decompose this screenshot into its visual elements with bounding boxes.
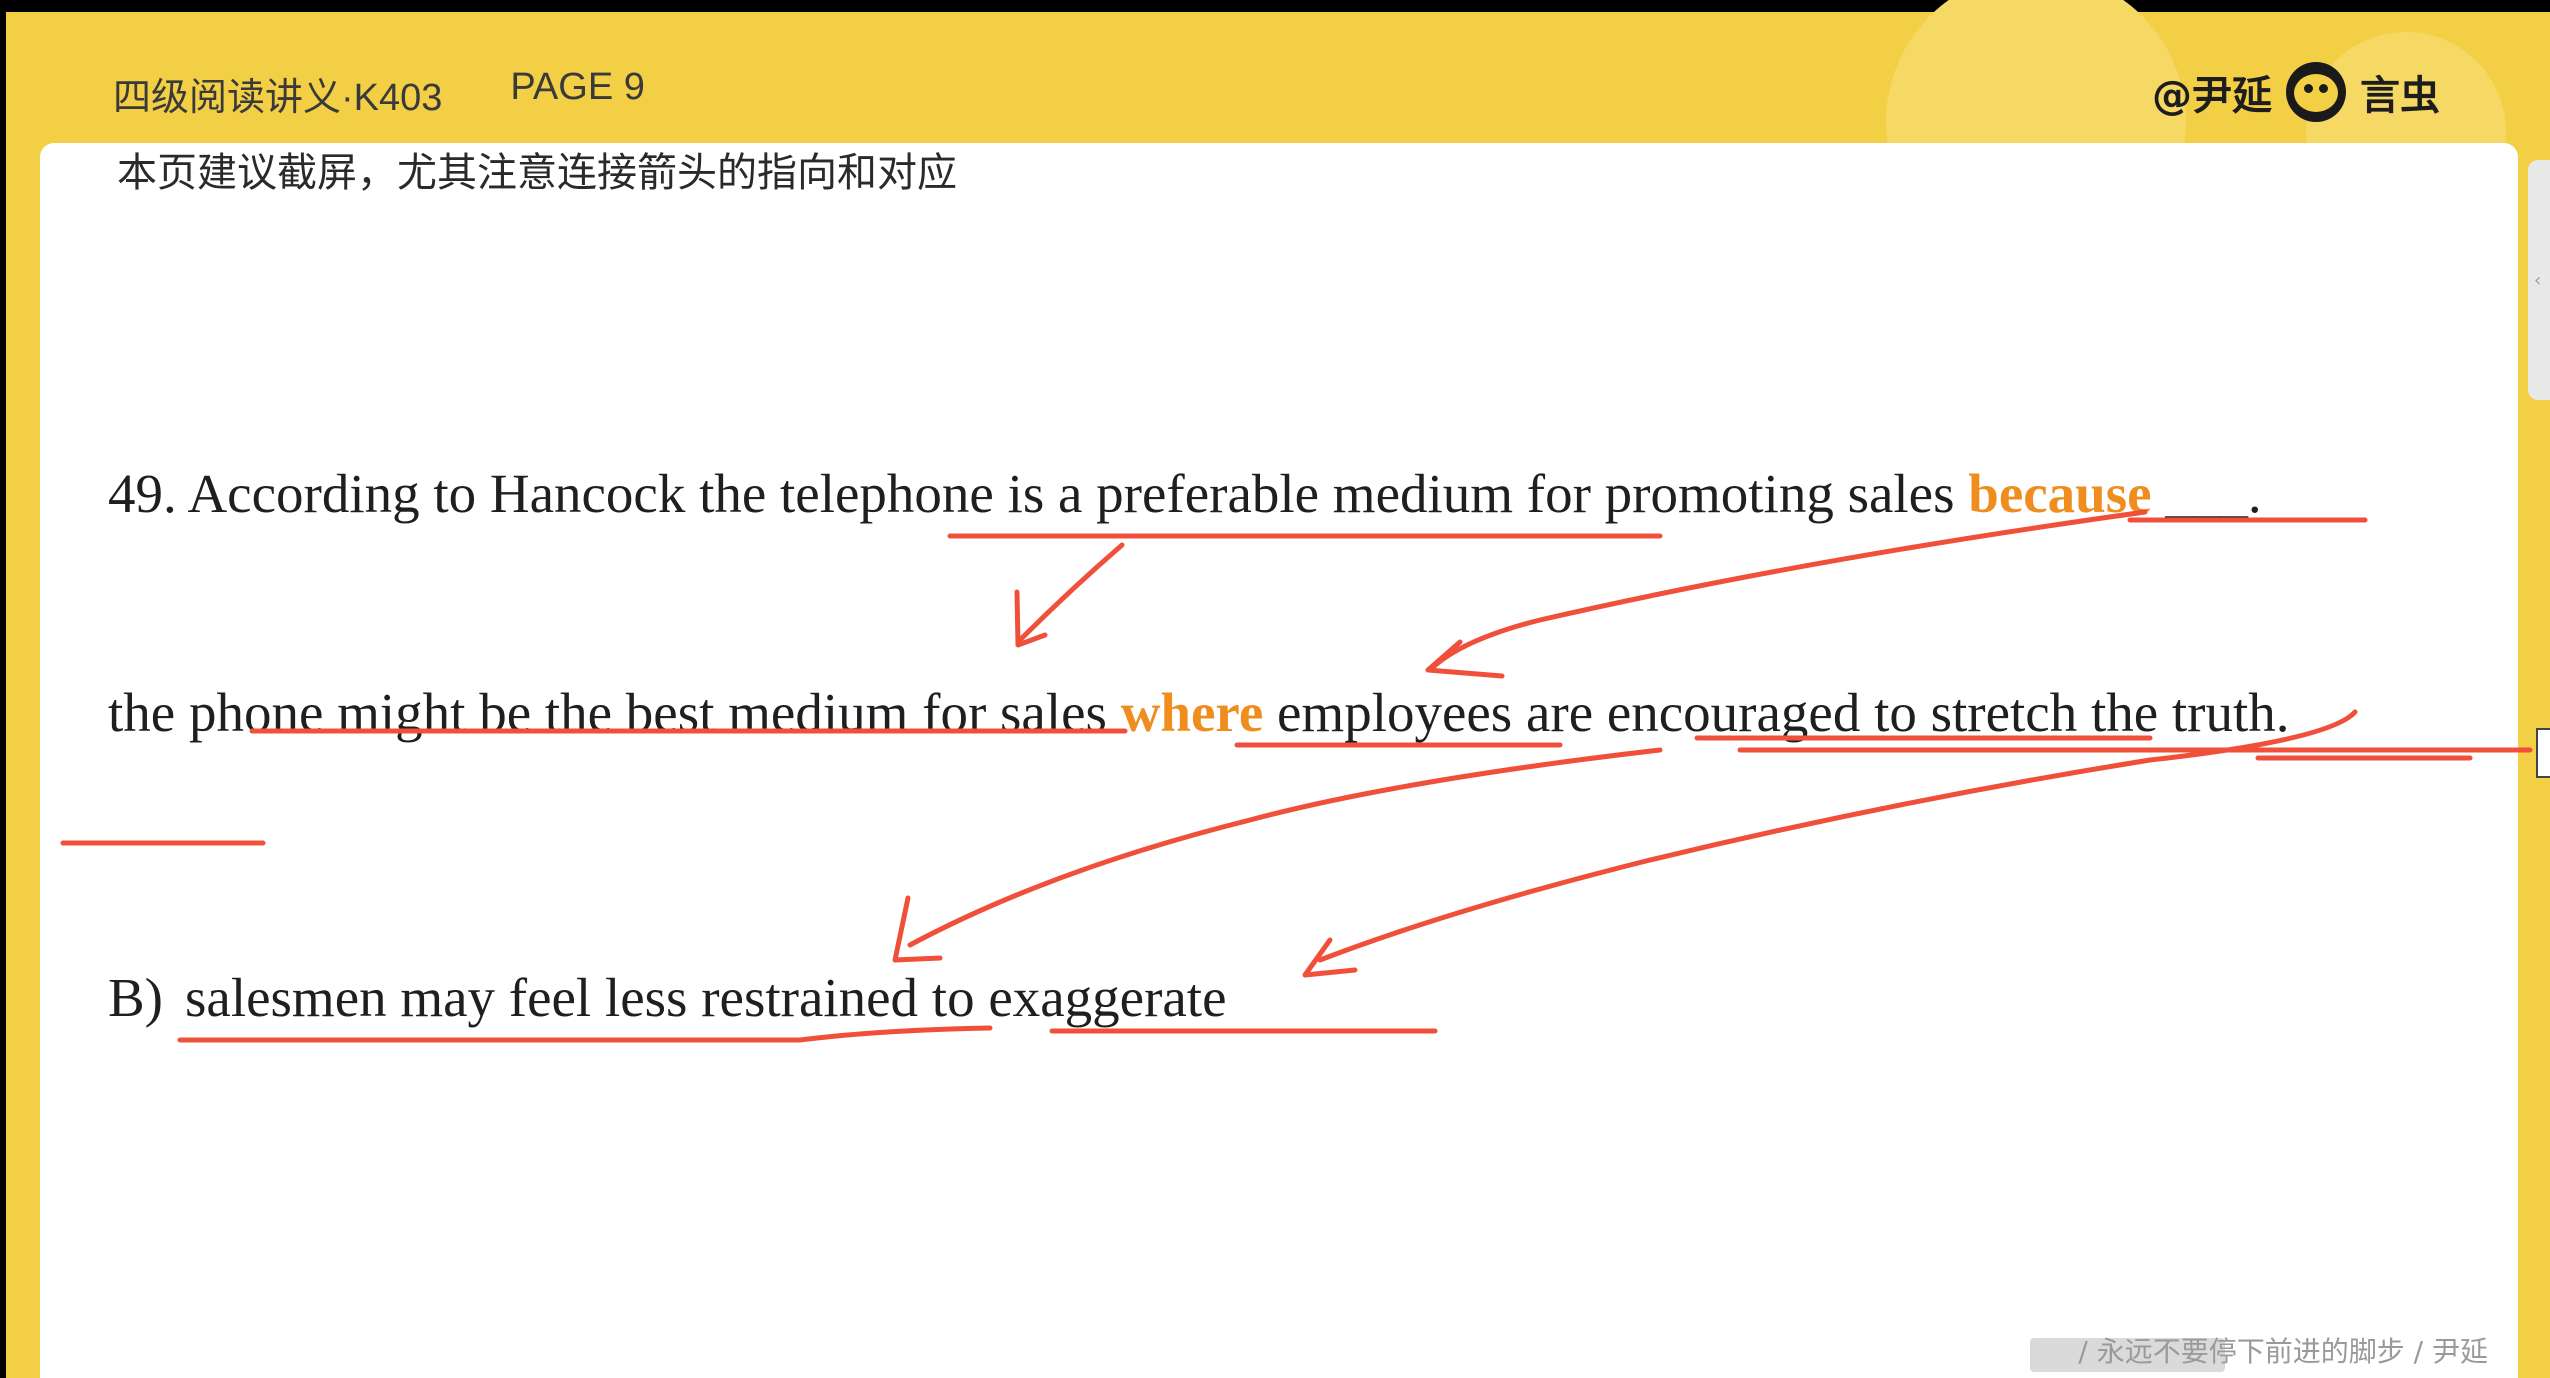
slide-header: 四级阅读讲义·K403 PAGE 9 xyxy=(113,66,645,121)
brand-handle: @尹延 xyxy=(2152,73,2272,119)
side-scroll-handle[interactable]: ‹ xyxy=(2528,160,2550,400)
chevron-left-icon: ‹ xyxy=(2534,270,2542,291)
bug-face-icon xyxy=(2286,62,2346,122)
answer-option-b: B) salesmen may feel less restrained to e… xyxy=(108,966,1226,1029)
footer-watermark: / 永远不要停下前进的脚步 / 尹延 xyxy=(2078,1335,2488,1368)
passage-text: the phone might be the best medium for s… xyxy=(108,682,1121,743)
side-tab[interactable] xyxy=(2536,728,2550,778)
question-blank: ___. xyxy=(2151,463,2262,524)
page-number: PAGE 9 xyxy=(510,66,645,108)
brand: @尹延 言虫 xyxy=(2152,62,2440,122)
course-title: 四级阅读讲义·K403 xyxy=(113,77,443,119)
brand-name: 言虫 xyxy=(2360,73,2440,119)
screen: 四级阅读讲义·K403 PAGE 9 @尹延 言虫 本页建议截屏，尤其注意连接箭… xyxy=(0,0,2550,1378)
screenshot-tip: 本页建议截屏，尤其注意连接箭头的指向和对应 xyxy=(117,150,957,196)
option-text: salesmen may feel less restrained to exa… xyxy=(185,967,1227,1028)
passage-text-end: employees are encouraged to stretch the … xyxy=(1263,682,2290,743)
question-49: 49. According to Hancock the telephone i… xyxy=(108,462,2262,525)
question-text: 49. According to Hancock the telephone i… xyxy=(108,463,1969,524)
option-label: B) xyxy=(108,967,163,1028)
keyword-because: because xyxy=(1968,463,2152,524)
keyword-where: where xyxy=(1120,682,1264,743)
source-sentence: the phone might be the best medium for s… xyxy=(54,663,2504,763)
